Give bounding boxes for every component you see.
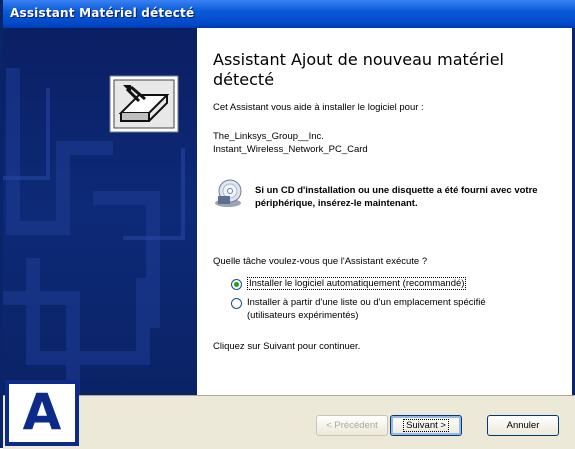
- cancel-button[interactable]: Annuler: [487, 415, 559, 436]
- cd-prompt: Si un CD d'installation ou une disquette…: [255, 185, 538, 209]
- radio-auto-install[interactable]: [231, 279, 242, 290]
- button-bar: < Précédent Suivant > Annuler: [3, 395, 575, 449]
- cd-floppy-icon: [215, 179, 242, 207]
- page-title: Assistant Ajout de nouveau matériel déte…: [213, 50, 504, 89]
- device-name-line1: The_Linksys_Group__Inc.: [213, 131, 324, 142]
- task-question: Quelle tâche voulez-vous que l'Assistant…: [213, 256, 428, 267]
- option-auto-install-label: Installer le logiciel automatiquement (r…: [247, 277, 467, 290]
- title-bar[interactable]: Assistant Matériel détecté: [3, 0, 575, 28]
- wizard-sidebar: [3, 28, 197, 395]
- next-button[interactable]: Suivant >: [390, 415, 462, 436]
- wizard-window: Assistant Matériel détecté Assistant Ajo…: [0, 0, 575, 449]
- window-title: Assistant Matériel détecté: [10, 6, 195, 20]
- option-manual-install-line2: (utilisateurs expérimentés): [247, 310, 359, 321]
- step-badge: A: [5, 380, 79, 446]
- back-button[interactable]: < Précédent: [316, 415, 388, 436]
- radio-manual-install[interactable]: [231, 298, 242, 309]
- option-manual-install-line1: Installer à partir d'une liste ou d'un e…: [247, 297, 486, 308]
- hardware-wizard-icon: [109, 75, 179, 133]
- intro-text: Cet Assistant vous aide à installer le l…: [213, 102, 424, 113]
- continue-hint: Cliquez sur Suivant pour continuer.: [213, 341, 361, 352]
- wizard-content: Assistant Ajout de nouveau matériel déte…: [197, 28, 569, 395]
- device-name-line2: Instant_Wireless_Network_PC_Card: [213, 144, 368, 155]
